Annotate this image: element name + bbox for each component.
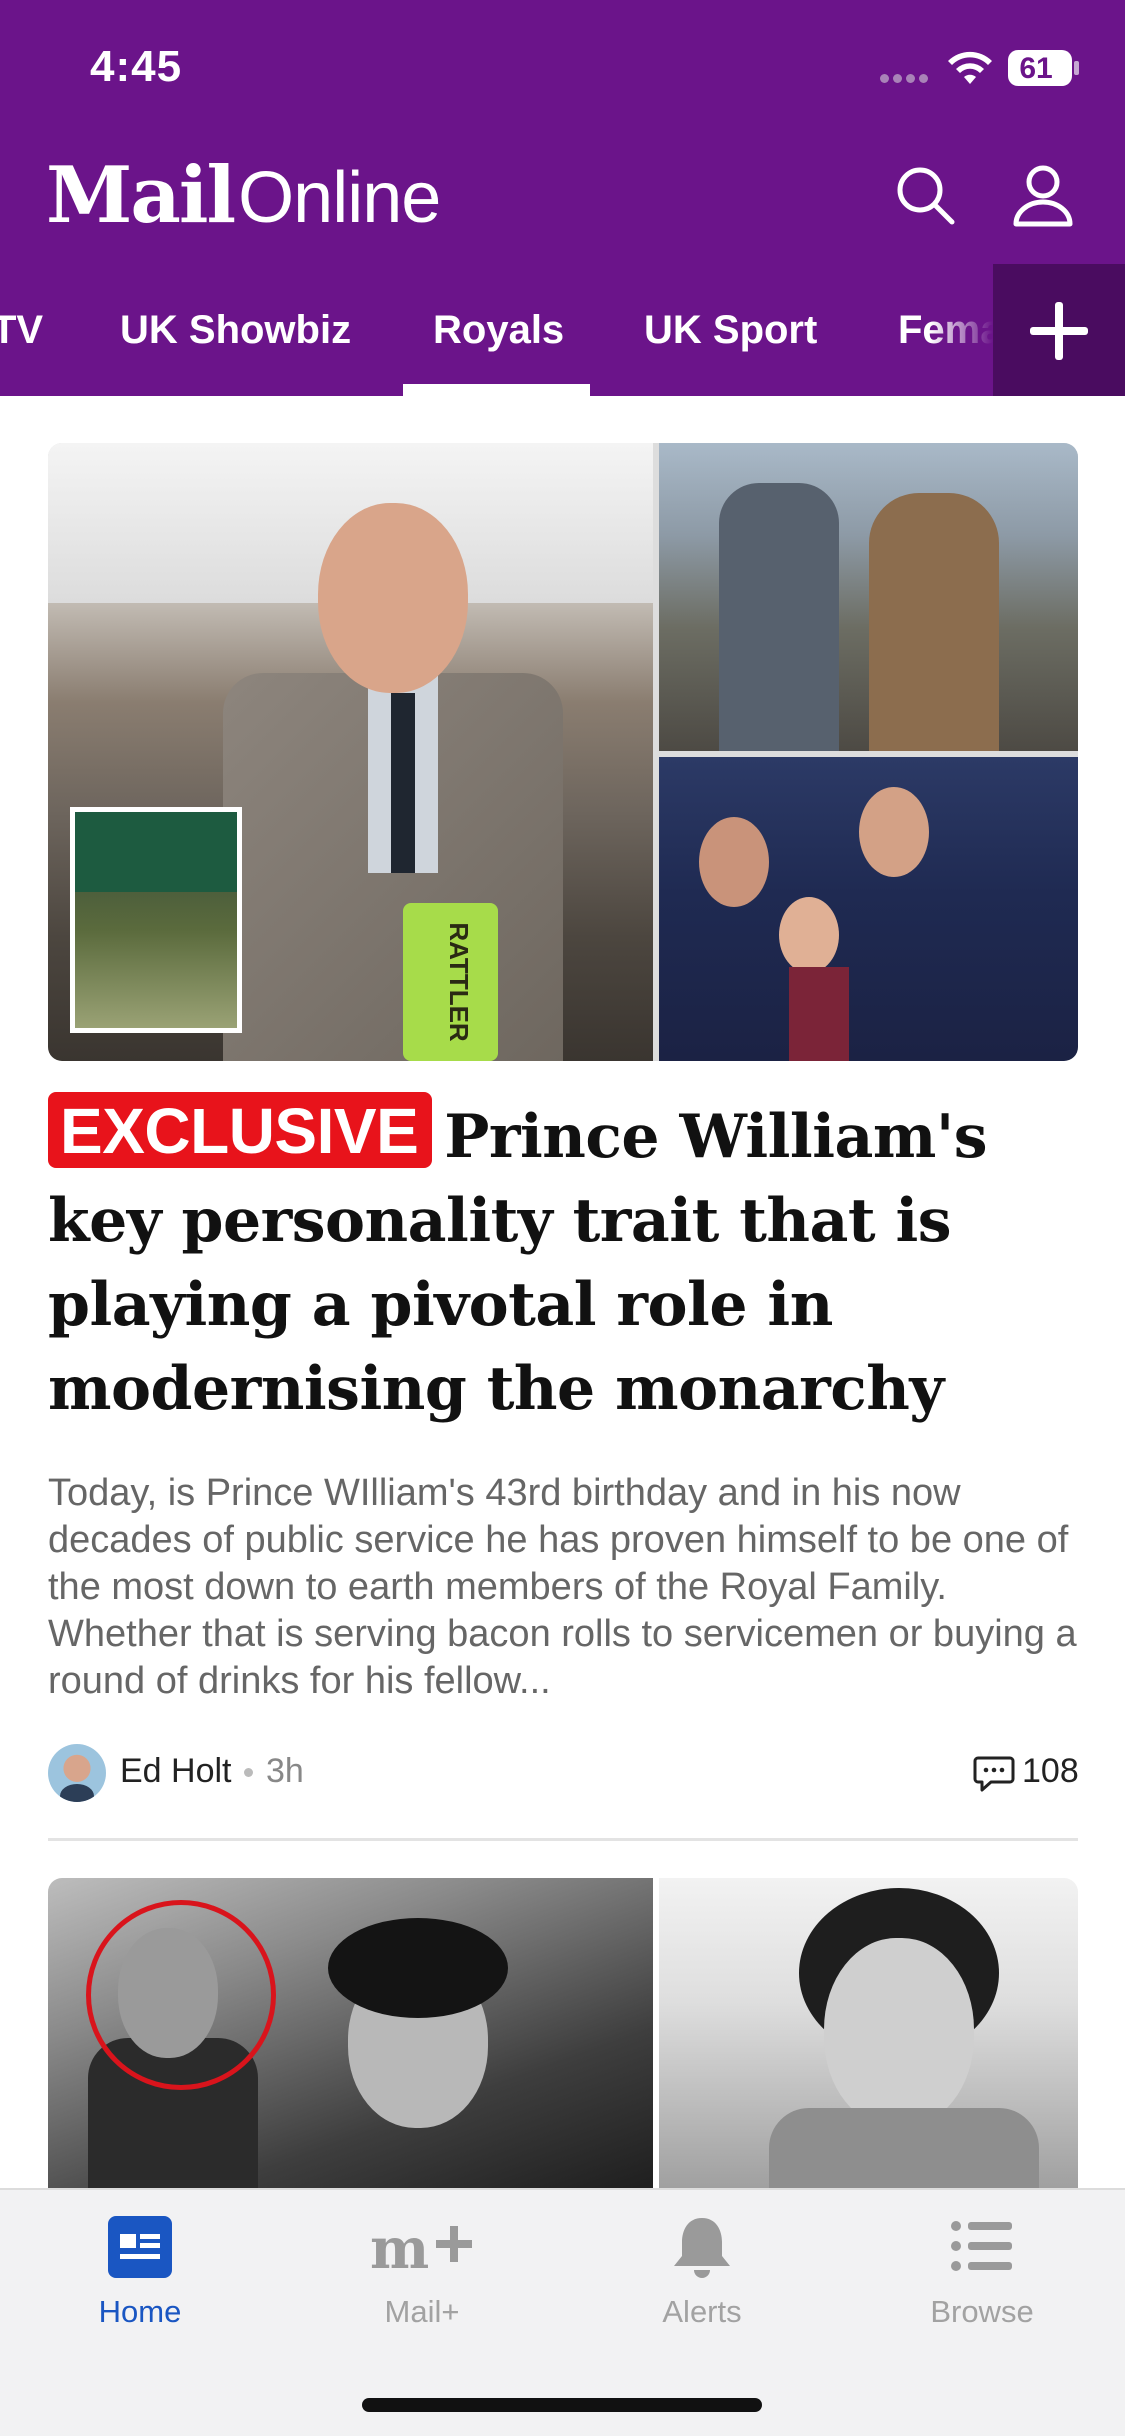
- tab-royals[interactable]: Royals: [433, 264, 564, 396]
- nav-alerts[interactable]: Alerts: [602, 2190, 802, 2390]
- wifi-icon: [948, 51, 992, 84]
- second-story-left-photo: [48, 1878, 653, 2188]
- hero-main-photo: RATTLER: [48, 443, 653, 1061]
- article-summary[interactable]: Today, is Prince WIlliam's 43rd birthday…: [48, 1470, 1088, 1705]
- nav-alerts-label: Alerts: [662, 2294, 742, 2329]
- plus-icon[interactable]: [993, 264, 1125, 396]
- search-icon[interactable]: [890, 160, 960, 230]
- nav-mail-plus-label: Mail+: [384, 2294, 460, 2329]
- red-highlight-circle: [86, 1900, 276, 2090]
- cup-text: RATTLER: [444, 922, 474, 1042]
- article-byline: Ed Holt 3h 108: [48, 1744, 1079, 1802]
- active-tab-indicator: [403, 384, 590, 396]
- tab-uk-showbiz[interactable]: UK Showbiz: [120, 264, 351, 396]
- avatar: [48, 1744, 106, 1802]
- mailonline-logo[interactable]: Mail Online: [46, 150, 441, 241]
- svg-text:m: m: [370, 2216, 429, 2280]
- tab-tv[interactable]: TV: [0, 264, 43, 396]
- hero-image-collage[interactable]: RATTLER: [48, 443, 1078, 1061]
- author-name[interactable]: Ed Holt: [120, 1752, 232, 1791]
- category-tabs: TV UK Showbiz Royals UK Sport Femail: [0, 264, 993, 396]
- divider: [48, 1838, 1078, 1841]
- nav-mail-plus[interactable]: m Mail+: [322, 2190, 522, 2390]
- exclusive-badge: EXCLUSIVE: [48, 1092, 433, 1168]
- second-story-images[interactable]: [48, 1878, 1078, 2188]
- comment-count[interactable]: 108: [1022, 1752, 1079, 1791]
- tab-uk-sport[interactable]: UK Sport: [644, 264, 817, 396]
- nav-home[interactable]: Home: [40, 2190, 240, 2390]
- home-indicator: [362, 2398, 762, 2412]
- list-icon: [951, 2221, 1012, 2271]
- battery-percent: 61: [1019, 52, 1053, 85]
- logo-mail-text: Mail: [46, 150, 236, 241]
- hero-inset-photo: [70, 807, 242, 1033]
- status-time: 4:45: [90, 42, 183, 91]
- battery-indicator: 61: [1008, 50, 1079, 86]
- nav-browse-label: Browse: [930, 2294, 1034, 2329]
- tabs-fade: [930, 264, 993, 396]
- hero-couple-photo: [659, 443, 1078, 751]
- time-ago: 3h: [266, 1752, 304, 1790]
- logo-online-text: Online: [238, 158, 441, 238]
- cellular-signal-icon: [880, 70, 932, 83]
- green-cup: RATTLER: [403, 903, 498, 1061]
- article-headline[interactable]: EXCLUSIVE Prince William's key personalit…: [48, 1092, 1078, 1431]
- mail-plus-icon: m: [370, 2216, 472, 2280]
- bell-icon: [674, 2218, 730, 2278]
- nav-browse[interactable]: Browse: [882, 2190, 1082, 2390]
- hero-crowd-photo: [659, 757, 1078, 1061]
- nav-home-label: Home: [98, 2294, 182, 2329]
- home-news-icon: [108, 2216, 172, 2278]
- second-story-right-photo: [659, 1878, 1078, 2188]
- comment-icon[interactable]: [973, 1754, 1015, 1794]
- separator-dot: [244, 1768, 253, 1777]
- user-icon[interactable]: [1008, 160, 1078, 230]
